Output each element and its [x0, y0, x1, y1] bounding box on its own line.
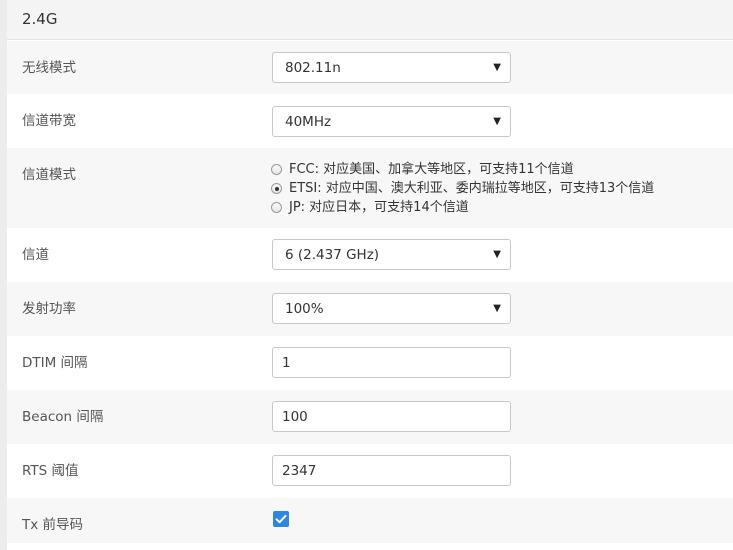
caret-down-icon: ▼ — [493, 116, 501, 127]
caret-down-icon: ▼ — [493, 303, 501, 314]
row-bottom-spacer — [7, 543, 733, 550]
channel-select[interactable]: 6 (2.437 GHz) ▼ — [272, 239, 511, 270]
row-tx-preamble: Tx 前导码 — [7, 498, 733, 543]
dtim-input[interactable] — [272, 347, 511, 378]
radio-button-fcc[interactable] — [271, 164, 282, 175]
check-icon — [275, 514, 287, 524]
bandwidth-select[interactable]: 40MHz ▼ — [272, 106, 511, 137]
row-channel: 信道 6 (2.437 GHz) ▼ — [7, 228, 733, 282]
bandwidth-value: 40MHz — [285, 114, 332, 130]
beacon-label: Beacon 间隔 — [22, 409, 104, 425]
radio-label-fcc: FCC: 对应美国、加拿大等地区，可支持11个信道 — [289, 162, 574, 177]
wireless-mode-value: 802.11n — [285, 60, 341, 76]
tx-power-value: 100% — [285, 301, 324, 317]
caret-down-icon: ▼ — [493, 62, 501, 73]
wireless-mode-select[interactable]: 802.11n ▼ — [272, 52, 511, 83]
radio-button-jp[interactable] — [271, 202, 282, 213]
channel-mode-label: 信道模式 — [22, 167, 76, 183]
row-tx-power: 发射功率 100% ▼ — [7, 282, 733, 336]
row-channel-mode: 信道模式 FCC: 对应美国、加拿大等地区，可支持11个信道 ETSI: 对应中… — [7, 148, 733, 228]
wireless-mode-label: 无线模式 — [22, 60, 76, 76]
bandwidth-label: 信道带宽 — [22, 113, 76, 129]
tx-power-label: 发射功率 — [22, 301, 76, 317]
caret-down-icon: ▼ — [493, 249, 501, 260]
rts-input[interactable] — [272, 455, 511, 486]
row-dtim: DTIM 间隔 — [7, 336, 733, 390]
radio-button-etsi[interactable] — [271, 183, 282, 194]
row-rts: RTS 阈值 — [7, 444, 733, 498]
row-beacon: Beacon 间隔 — [7, 390, 733, 444]
left-border — [0, 0, 7, 550]
channel-label: 信道 — [22, 247, 49, 263]
tx-power-select[interactable]: 100% ▼ — [272, 293, 511, 324]
row-bandwidth: 信道带宽 40MHz ▼ — [7, 94, 733, 148]
tx-preamble-label: Tx 前导码 — [22, 517, 84, 533]
dtim-label: DTIM 间隔 — [22, 355, 88, 371]
panel-header: 2.4G — [7, 0, 733, 40]
row-wireless-mode: 无线模式 802.11n ▼ — [7, 41, 733, 94]
radio-label-etsi: ETSI: 对应中国、澳大利亚、委内瑞拉等地区，可支持13个信道 — [289, 181, 655, 196]
tx-preamble-checkbox[interactable] — [273, 511, 289, 527]
channel-value: 6 (2.437 GHz) — [285, 247, 380, 263]
beacon-input[interactable] — [272, 401, 511, 432]
rts-label: RTS 阈值 — [22, 463, 79, 479]
radio-label-jp: JP: 对应日本，可支持14个信道 — [289, 200, 469, 215]
panel-title: 2.4G — [22, 10, 58, 28]
